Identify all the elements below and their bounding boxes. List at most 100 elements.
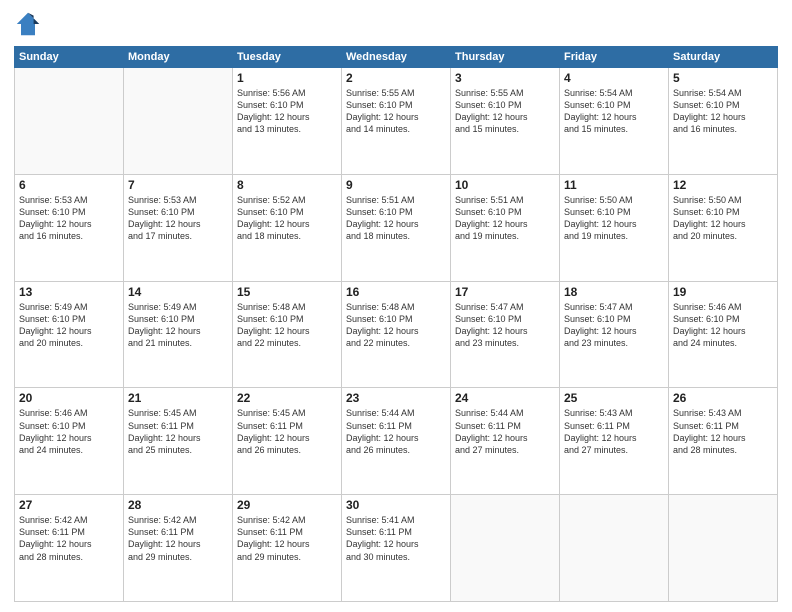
day-cell (560, 495, 669, 602)
day-cell: 2 Sunrise: 5:55 AM Sunset: 6:10 PM Daylig… (342, 68, 451, 175)
day-cell: 3 Sunrise: 5:55 AM Sunset: 6:10 PM Daylig… (451, 68, 560, 175)
day-cell: 10 Sunrise: 5:51 AM Sunset: 6:10 PM Dayli… (451, 174, 560, 281)
day-number: 23 (346, 391, 446, 405)
day-info: Sunrise: 5:54 AM Sunset: 6:10 PM Dayligh… (673, 87, 773, 136)
col-header-wednesday: Wednesday (342, 47, 451, 68)
day-cell: 7 Sunrise: 5:53 AM Sunset: 6:10 PM Daylig… (124, 174, 233, 281)
day-info: Sunrise: 5:52 AM Sunset: 6:10 PM Dayligh… (237, 194, 337, 243)
logo (14, 10, 44, 38)
day-number: 25 (564, 391, 664, 405)
day-cell: 23 Sunrise: 5:44 AM Sunset: 6:11 PM Dayli… (342, 388, 451, 495)
day-cell: 6 Sunrise: 5:53 AM Sunset: 6:10 PM Daylig… (15, 174, 124, 281)
day-info: Sunrise: 5:51 AM Sunset: 6:10 PM Dayligh… (455, 194, 555, 243)
day-cell: 21 Sunrise: 5:45 AM Sunset: 6:11 PM Dayli… (124, 388, 233, 495)
day-number: 27 (19, 498, 119, 512)
day-info: Sunrise: 5:49 AM Sunset: 6:10 PM Dayligh… (128, 301, 228, 350)
day-number: 26 (673, 391, 773, 405)
day-number: 16 (346, 285, 446, 299)
day-info: Sunrise: 5:50 AM Sunset: 6:10 PM Dayligh… (564, 194, 664, 243)
day-cell: 13Sunrise: 5:49 AM Sunset: 6:10 PM Dayli… (15, 281, 124, 388)
col-header-friday: Friday (560, 47, 669, 68)
day-number: 18 (564, 285, 664, 299)
day-number: 13 (19, 285, 119, 299)
day-number: 21 (128, 391, 228, 405)
day-cell (15, 68, 124, 175)
day-number: 5 (673, 71, 773, 85)
day-number: 11 (564, 178, 664, 192)
day-info: Sunrise: 5:41 AM Sunset: 6:11 PM Dayligh… (346, 514, 446, 563)
day-cell: 18 Sunrise: 5:47 AM Sunset: 6:10 PM Dayli… (560, 281, 669, 388)
day-info: Sunrise: 5:48 AM Sunset: 6:10 PM Dayligh… (346, 301, 446, 350)
day-number: 12 (673, 178, 773, 192)
day-number: 10 (455, 178, 555, 192)
day-number: 15 (237, 285, 337, 299)
logo-icon (14, 10, 42, 38)
day-cell: 28Sunrise: 5:42 AM Sunset: 6:11 PM Dayli… (124, 495, 233, 602)
day-info: Sunrise: 5:43 AM Sunset: 6:11 PM Dayligh… (673, 407, 773, 456)
week-row-5: 27 Sunrise: 5:42 AM Sunset: 6:11 PM Dayli… (15, 495, 778, 602)
day-info: Sunrise: 5:44 AM Sunset: 6:11 PM Dayligh… (346, 407, 446, 456)
day-number: 1 (237, 71, 337, 85)
calendar-table: SundayMondayTuesdayWednesdayThursdayFrid… (14, 46, 778, 602)
day-number: 4 (564, 71, 664, 85)
day-info: Sunrise: 5:47 AM Sunset: 6:10 PM Dayligh… (564, 301, 664, 350)
day-cell (451, 495, 560, 602)
day-number: 29 (237, 498, 337, 512)
day-info: Sunrise: 5:55 AM Sunset: 6:10 PM Dayligh… (346, 87, 446, 136)
page: SundayMondayTuesdayWednesdayThursdayFrid… (0, 0, 792, 612)
col-header-saturday: Saturday (669, 47, 778, 68)
day-info: Sunrise: 5:50 AM Sunset: 6:10 PM Dayligh… (673, 194, 773, 243)
day-cell: 30 Sunrise: 5:41 AM Sunset: 6:11 PM Dayli… (342, 495, 451, 602)
day-number: 30 (346, 498, 446, 512)
day-cell: 5 Sunrise: 5:54 AM Sunset: 6:10 PM Daylig… (669, 68, 778, 175)
day-cell: 25 Sunrise: 5:43 AM Sunset: 6:11 PM Dayli… (560, 388, 669, 495)
day-number: 20 (19, 391, 119, 405)
day-cell: 9 Sunrise: 5:51 AM Sunset: 6:10 PM Daylig… (342, 174, 451, 281)
day-cell: 17Sunrise: 5:47 AM Sunset: 6:10 PM Dayli… (451, 281, 560, 388)
day-info: Sunrise: 5:44 AM Sunset: 6:11 PM Dayligh… (455, 407, 555, 456)
day-number: 6 (19, 178, 119, 192)
day-number: 9 (346, 178, 446, 192)
day-info: Sunrise: 5:42 AM Sunset: 6:11 PM Dayligh… (237, 514, 337, 563)
day-info: Sunrise: 5:48 AM Sunset: 6:10 PM Dayligh… (237, 301, 337, 350)
day-cell: 19 Sunrise: 5:46 AM Sunset: 6:10 PM Dayli… (669, 281, 778, 388)
day-number: 2 (346, 71, 446, 85)
day-number: 14 (128, 285, 228, 299)
day-cell: 20 Sunrise: 5:46 AM Sunset: 6:10 PM Dayli… (15, 388, 124, 495)
day-info: Sunrise: 5:56 AM Sunset: 6:10 PM Dayligh… (237, 87, 337, 136)
day-cell: 14 Sunrise: 5:49 AM Sunset: 6:10 PM Dayli… (124, 281, 233, 388)
day-cell: 4 Sunrise: 5:54 AM Sunset: 6:10 PM Daylig… (560, 68, 669, 175)
day-info: Sunrise: 5:46 AM Sunset: 6:10 PM Dayligh… (673, 301, 773, 350)
day-number: 8 (237, 178, 337, 192)
day-number: 7 (128, 178, 228, 192)
week-row-3: 13 Sunrise: 5:49 AM Sunset: 6:10 PM Dayli… (15, 281, 778, 388)
day-number: 3 (455, 71, 555, 85)
day-cell (669, 495, 778, 602)
day-cell: 29 Sunrise: 5:42 AM Sunset: 6:11 PM Dayli… (233, 495, 342, 602)
day-number: 28 (128, 498, 228, 512)
day-info: Sunrise: 5:51 AM Sunset: 6:10 PM Dayligh… (346, 194, 446, 243)
week-row-4: 20 Sunrise: 5:46 AM Sunset: 6:10 PM Dayli… (15, 388, 778, 495)
day-number: 19 (673, 285, 773, 299)
col-header-thursday: Thursday (451, 47, 560, 68)
day-cell: 16 Sunrise: 5:48 AM Sunset: 6:10 PM Dayli… (342, 281, 451, 388)
day-info: Sunrise: 5:55 AM Sunset: 6:10 PM Dayligh… (455, 87, 555, 136)
header (14, 10, 778, 38)
day-number: 24 (455, 391, 555, 405)
week-row-2: 6 Sunrise: 5:53 AM Sunset: 6:10 PM Daylig… (15, 174, 778, 281)
week-row-1: 1 Sunrise: 5:56 AM Sunset: 6:10 PM Daylig… (15, 68, 778, 175)
day-info: Sunrise: 5:54 AM Sunset: 6:10 PM Dayligh… (564, 87, 664, 136)
day-info: Sunrise: 5:45 AM Sunset: 6:11 PM Dayligh… (128, 407, 228, 456)
day-info: Sunrise: 5:53 AM Sunset: 6:10 PM Dayligh… (128, 194, 228, 243)
day-cell: 1 Sunrise: 5:56 AM Sunset: 6:10 PM Daylig… (233, 68, 342, 175)
day-info: Sunrise: 5:46 AM Sunset: 6:10 PM Dayligh… (19, 407, 119, 456)
col-header-sunday: Sunday (15, 47, 124, 68)
day-info: Sunrise: 5:53 AM Sunset: 6:10 PM Dayligh… (19, 194, 119, 243)
day-info: Sunrise: 5:43 AM Sunset: 6:11 PM Dayligh… (564, 407, 664, 456)
col-header-monday: Monday (124, 47, 233, 68)
day-number: 17 (455, 285, 555, 299)
day-cell: 26 Sunrise: 5:43 AM Sunset: 6:11 PM Dayli… (669, 388, 778, 495)
day-cell (124, 68, 233, 175)
col-header-tuesday: Tuesday (233, 47, 342, 68)
day-cell: 24 Sunrise: 5:44 AM Sunset: 6:11 PM Dayli… (451, 388, 560, 495)
